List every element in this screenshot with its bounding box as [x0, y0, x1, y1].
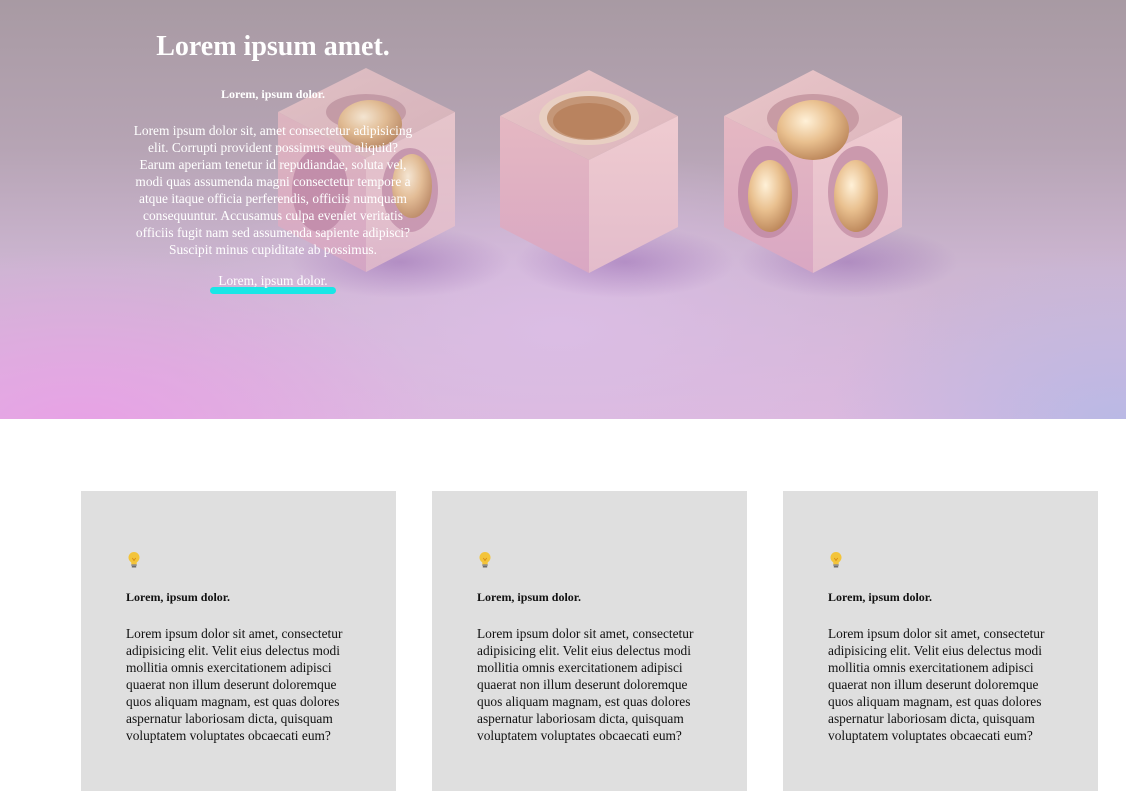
hero-subtitle: Lorem, ipsum dolor. — [220, 87, 325, 101]
button-accent-underline — [210, 287, 336, 294]
lightbulb-icon — [830, 552, 842, 568]
card-title: Lorem, ipsum dolor. — [828, 590, 933, 604]
hero-paragraph: Lorem ipsum dolor sit, amet consectetur … — [133, 123, 413, 257]
hero-cta-button[interactable]: Lorem, ipsum dolor. — [210, 272, 336, 294]
card-title: Lorem, ipsum dolor. — [477, 590, 582, 604]
feature-card: Lorem, ipsum dolor. Lorem ipsum dolor si… — [81, 491, 396, 791]
lightbulb-icon — [479, 552, 491, 568]
feature-card: Lorem, ipsum dolor. Lorem ipsum dolor si… — [783, 491, 1098, 791]
card-text: Lorem ipsum dolor sit amet, consectetur … — [477, 626, 694, 743]
card-title: Lorem, ipsum dolor. — [126, 590, 231, 604]
lightbulb-icon — [128, 552, 140, 568]
hero-content: Lorem ipsum amet. Lorem, ipsum dolor. Lo… — [132, 30, 414, 294]
card-text: Lorem ipsum dolor sit amet, consectetur … — [828, 626, 1045, 743]
hero-cta-label: Lorem, ipsum dolor. — [218, 273, 328, 288]
hero-title: Lorem ipsum amet. — [156, 31, 390, 62]
card-text: Lorem ipsum dolor sit amet, consectetur … — [126, 626, 343, 743]
feature-card: Lorem, ipsum dolor. Lorem ipsum dolor si… — [432, 491, 747, 791]
hero-section: Lorem ipsum amet. Lorem, ipsum dolor. Lo… — [0, 0, 1126, 419]
